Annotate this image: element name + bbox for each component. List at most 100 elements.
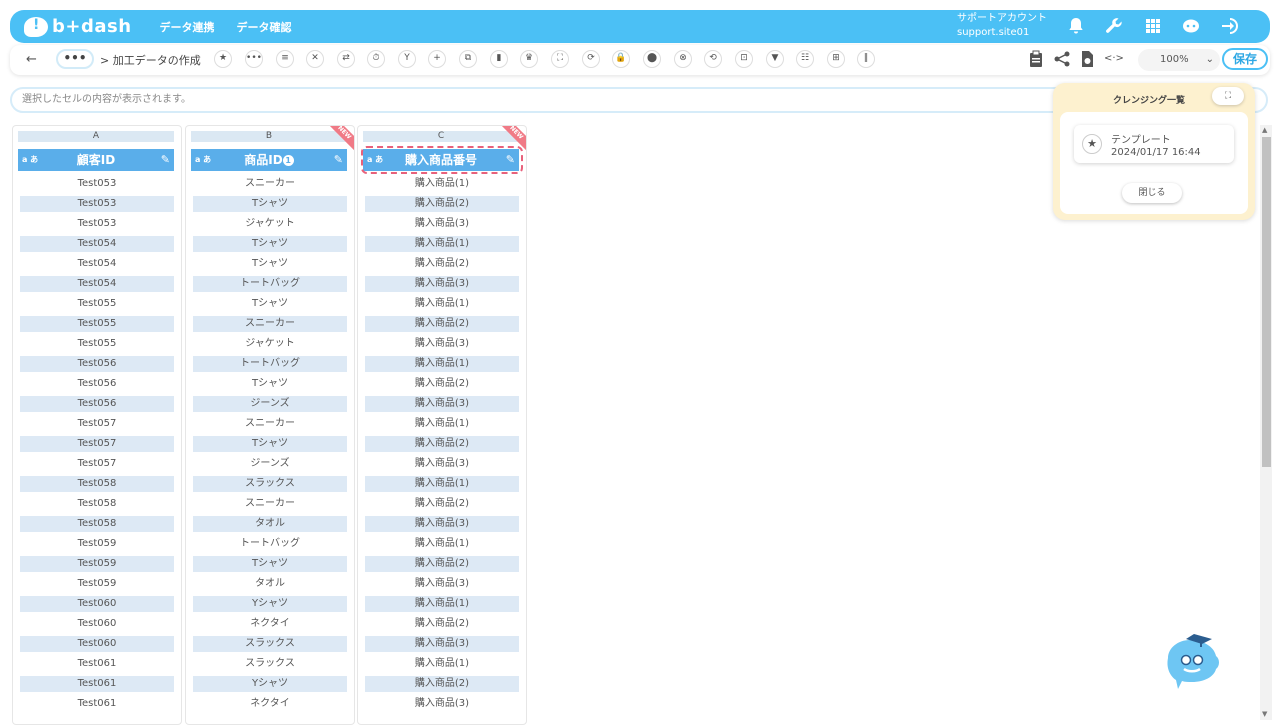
lock-icon[interactable]: 🔒: [612, 50, 630, 68]
table-cell[interactable]: 購入商品(2): [365, 496, 519, 512]
cleanse-icon[interactable]: ⟲: [704, 50, 722, 68]
filter-icon[interactable]: ▼: [766, 50, 784, 68]
back-button[interactable]: ←: [26, 52, 37, 67]
table-cell[interactable]: Test055: [20, 316, 174, 332]
table-icon[interactable]: ⊞: [827, 50, 845, 68]
table-cell[interactable]: スニーカー: [193, 316, 347, 332]
table-cell[interactable]: Test054: [20, 276, 174, 292]
table-cell[interactable]: Tシャツ: [193, 236, 347, 252]
cancel-circle-icon[interactable]: ⊗: [674, 50, 692, 68]
table-cell[interactable]: Yシャツ: [193, 596, 347, 612]
logout-icon[interactable]: [1220, 16, 1240, 36]
table-cell[interactable]: Test057: [20, 416, 174, 432]
chat-bot-icon[interactable]: [1181, 16, 1201, 36]
table-cell[interactable]: Tシャツ: [193, 296, 347, 312]
table-cell[interactable]: スニーカー: [193, 496, 347, 512]
table-cell[interactable]: 購入商品(1): [365, 236, 519, 252]
table-cell[interactable]: 購入商品(3): [365, 336, 519, 352]
swap-icon[interactable]: ⇄: [337, 50, 355, 68]
split-icon[interactable]: ‖: [857, 50, 875, 68]
tools-icon[interactable]: ✕: [306, 50, 324, 68]
table-cell[interactable]: Test053: [20, 176, 174, 192]
column-letter[interactable]: C: [363, 131, 519, 142]
table-cell[interactable]: ネクタイ: [193, 696, 347, 712]
table-cell[interactable]: 購入商品(3): [365, 516, 519, 532]
table-cell[interactable]: Test056: [20, 376, 174, 392]
repeat-icon[interactable]: ⟳: [582, 50, 600, 68]
table-cell[interactable]: Test059: [20, 536, 174, 552]
table-cell[interactable]: Test057: [20, 436, 174, 452]
table-cell[interactable]: 購入商品(1): [365, 536, 519, 552]
table-cell[interactable]: 購入商品(2): [365, 556, 519, 572]
save-button[interactable]: 保存: [1222, 48, 1268, 70]
table-cell[interactable]: タオル: [193, 576, 347, 592]
table-cell[interactable]: スニーカー: [193, 416, 347, 432]
table-cell[interactable]: 購入商品(3): [365, 636, 519, 652]
table-cell[interactable]: Test057: [20, 456, 174, 472]
table-cell[interactable]: Tシャツ: [193, 436, 347, 452]
table-cell[interactable]: Test058: [20, 496, 174, 512]
table-cell[interactable]: Test058: [20, 516, 174, 532]
table-cell[interactable]: 購入商品(2): [365, 376, 519, 392]
column-header[interactable]: a あ 顧客ID ✎: [18, 149, 174, 171]
template-card[interactable]: ★ テンプレート 2024/01/17 16:44: [1074, 125, 1234, 163]
table-cell[interactable]: ジャケット: [193, 216, 347, 232]
nav-data-integration[interactable]: データ連携: [160, 19, 215, 35]
table-cell[interactable]: Test061: [20, 676, 174, 692]
table-cell[interactable]: Test054: [20, 236, 174, 252]
share-icon[interactable]: [1053, 50, 1071, 68]
table-cell[interactable]: Tシャツ: [193, 376, 347, 392]
table-cell[interactable]: ネクタイ: [193, 616, 347, 632]
more-menu-button[interactable]: •••: [56, 49, 94, 69]
clipboard-icon[interactable]: [1027, 50, 1045, 68]
table-cell[interactable]: 購入商品(1): [365, 296, 519, 312]
more-tool-icon[interactable]: •••: [245, 50, 263, 68]
nav-data-check[interactable]: データ確認: [237, 19, 292, 35]
pencil-icon[interactable]: ✎: [334, 149, 343, 171]
table-cell[interactable]: 購入商品(2): [365, 676, 519, 692]
table-cell[interactable]: 購入商品(1): [365, 596, 519, 612]
table-cell[interactable]: Test058: [20, 476, 174, 492]
table-cell[interactable]: 購入商品(1): [365, 476, 519, 492]
table-cell[interactable]: ジーンズ: [193, 456, 347, 472]
table-cell[interactable]: 購入商品(1): [365, 176, 519, 192]
table-cell[interactable]: Test061: [20, 656, 174, 672]
list-tool-icon[interactable]: ≡: [276, 50, 294, 68]
table-cell[interactable]: スラックス: [193, 476, 347, 492]
table-cell[interactable]: 購入商品(2): [365, 316, 519, 332]
copy-icon[interactable]: ⧉: [459, 50, 477, 68]
table-cell[interactable]: Test054: [20, 256, 174, 272]
table-cell[interactable]: 購入商品(2): [365, 256, 519, 272]
table-cell[interactable]: 購入商品(3): [365, 396, 519, 412]
scroll-up-arrow-icon[interactable]: ▲: [1262, 126, 1267, 134]
delete-icon[interactable]: ▮: [490, 50, 508, 68]
frame-icon[interactable]: ⊡: [735, 50, 753, 68]
table-cell[interactable]: Test056: [20, 396, 174, 412]
star-tool-icon[interactable]: ★: [214, 50, 232, 68]
table-cell[interactable]: スラックス: [193, 656, 347, 672]
columns-icon[interactable]: ☷: [796, 50, 814, 68]
table-cell[interactable]: スニーカー: [193, 176, 347, 192]
table-cell[interactable]: トートバッグ: [193, 356, 347, 372]
table-cell[interactable]: トートバッグ: [193, 276, 347, 292]
table-cell[interactable]: 購入商品(1): [365, 656, 519, 672]
table-cell[interactable]: Test055: [20, 336, 174, 352]
table-cell[interactable]: 購入商品(1): [365, 416, 519, 432]
grid-icon[interactable]: [1143, 16, 1163, 36]
mascot-assistant-icon[interactable]: [1160, 628, 1226, 692]
column-header[interactable]: a あ 商品ID 1 ✎: [191, 149, 347, 171]
table-cell[interactable]: Test056: [20, 356, 174, 372]
table-cell[interactable]: ジーンズ: [193, 396, 347, 412]
table-cell[interactable]: Test053: [20, 216, 174, 232]
table-cell[interactable]: 購入商品(3): [365, 216, 519, 232]
table-cell[interactable]: Test059: [20, 576, 174, 592]
table-cell[interactable]: Test055: [20, 296, 174, 312]
table-cell[interactable]: Test053: [20, 196, 174, 212]
add-icon[interactable]: +: [428, 50, 446, 68]
merge-icon[interactable]: Y: [398, 50, 416, 68]
table-cell[interactable]: Tシャツ: [193, 556, 347, 572]
crown-icon[interactable]: ♛: [520, 50, 538, 68]
bell-icon[interactable]: [1066, 16, 1086, 36]
code-icon[interactable]: <·>: [1104, 50, 1124, 68]
file-refresh-icon[interactable]: [1078, 50, 1096, 68]
